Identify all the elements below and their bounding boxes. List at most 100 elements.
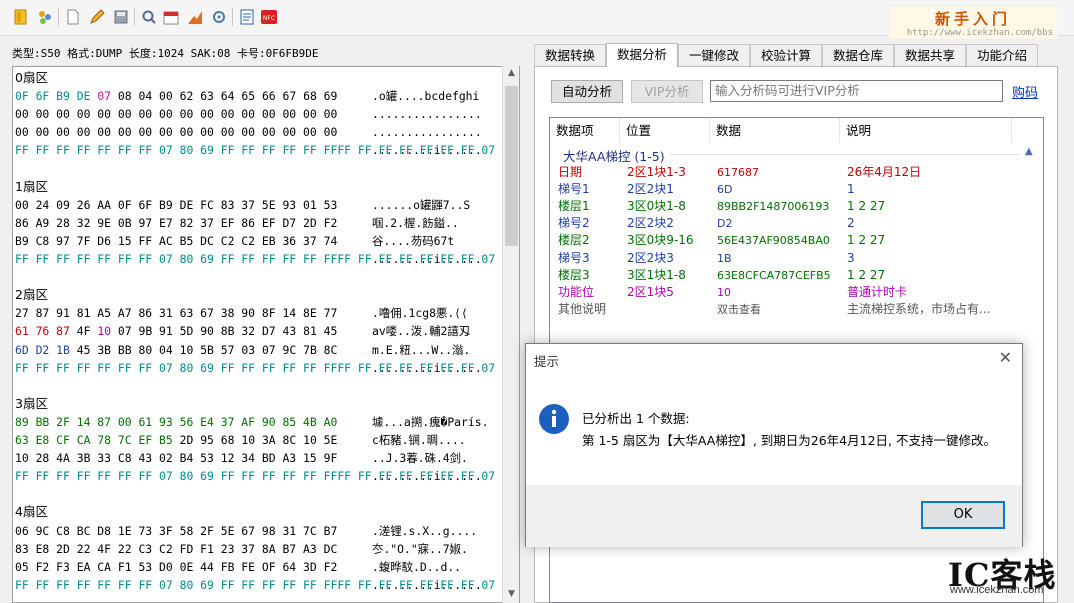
beginner-guide-logo[interactable]: 新手入门 http://www.icekzhan.com/bbs — [888, 5, 1058, 40]
save-icon[interactable] — [112, 8, 130, 26]
close-icon[interactable]: ✕ — [999, 348, 1012, 367]
analysis-row[interactable]: 梯号3 2区2块3 1B 3 — [550, 250, 1020, 267]
col-header-item[interactable]: 数据项 — [550, 118, 620, 143]
tab-one-click-modify[interactable]: 一键修改 — [678, 44, 750, 66]
hex-line[interactable]: 89 BB 2F 14 87 00 61 93 56 E4 37 AF 90 8… — [15, 413, 337, 431]
tab-data-warehouse[interactable]: 数据仓库 — [822, 44, 894, 66]
hex-line[interactable]: 05 F2 F3 EA CA F1 53 D0 0E 44 FB FE OF 6… — [15, 558, 337, 576]
scroll-thumb[interactable] — [505, 86, 518, 246]
hex-byte: 1B — [56, 342, 77, 357]
hex-byte: 5D — [179, 324, 201, 339]
ascii-column: 壉...a搠.瘣�París. — [372, 414, 489, 429]
auto-analyze-button[interactable]: 自动分析 — [551, 80, 623, 103]
analysis-row[interactable]: 其他说明 双击查看 主流梯控系统，市场占有... — [550, 301, 1020, 318]
tab-checksum[interactable]: 校验计算 — [750, 44, 822, 66]
row-data: 双击查看 — [717, 302, 761, 316]
toolbar: NFC 新手入门 http://www.icekzhan.com/bbs — [0, 0, 1074, 40]
hex-line[interactable]: 27 87 91 81 A5 A7 86 31 63 67 38 90 8F 1… — [15, 304, 337, 322]
sector-header[interactable]: 4扇区 — [15, 503, 48, 521]
info-dialog: 提示 ✕ 已分析出 1 个数据: 第 1-5 扇区为【大华AA梯控】, 到期日为… — [525, 343, 1023, 547]
vip-code-input[interactable]: 输入分析码可进行VIP分析 — [710, 80, 1003, 102]
document-icon[interactable] — [238, 8, 256, 26]
analysis-row[interactable]: 梯号1 2区2块1 6D 1 — [550, 181, 1020, 198]
hex-byte: 10 — [97, 324, 118, 339]
scroll-up-icon[interactable]: ▲ — [503, 68, 520, 82]
analysis-row[interactable]: 梯号2 2区2块2 D2 2 — [550, 215, 1020, 232]
analysis-row[interactable]: 功能位 2区1块5 10 普通计时卡 — [550, 284, 1020, 301]
hex-line[interactable]: 00 00 00 00 00 00 00 00 00 00 00 00 00 0… — [15, 105, 337, 123]
hex-line[interactable]: 86 A9 28 32 9E 0B 97 E7 82 37 EF 86 EF D… — [15, 214, 337, 232]
hex-line[interactable]: 83 E8 2D 22 4F 22 C3 C2 FD F1 23 37 8A B… — [15, 540, 337, 558]
hex-line[interactable]: 61 76 87 4F 10 07 9B 91 5D 90 8B 32 D7 4… — [15, 322, 337, 340]
ascii-column: ................ — [372, 125, 482, 140]
hex-scrollbar[interactable]: ▲ ▼ — [502, 66, 519, 603]
hex-byte: 63 — [200, 89, 221, 104]
hex-byte: 6F — [35, 89, 57, 104]
hex-byte: 90 — [200, 324, 221, 339]
tab-data-share[interactable]: 数据共享 — [894, 44, 966, 66]
row-desc: 1 2 27 — [847, 199, 886, 214]
users-icon[interactable] — [36, 8, 54, 26]
analysis-row[interactable]: 楼层2 3区0块9-16 56E437AF90854BA0 1 2 27 — [550, 232, 1020, 249]
hex-line[interactable]: B9 C8 97 7F D6 15 FF AC B5 DC C2 C2 EB 3… — [15, 232, 337, 250]
hex-byte: 0F — [15, 89, 36, 104]
col-header-data[interactable]: 数据 — [710, 118, 840, 143]
analysis-row[interactable]: 楼层1 3区0块1-8 89BB2F1487006193 1 2 27 — [550, 198, 1020, 215]
hex-line[interactable]: 10 28 4A 3B 33 C8 43 02 B4 53 12 34 BD A… — [15, 449, 337, 467]
edit-pencil-icon[interactable] — [88, 8, 106, 26]
logo-url: http://www.icekzhan.com/bbs — [906, 28, 1053, 38]
toolbar-separator — [58, 8, 59, 26]
nfc-icon[interactable]: NFC — [260, 8, 278, 26]
sector-header[interactable]: 0扇区 — [15, 69, 48, 87]
hex-line[interactable]: 0F 6F B9 DE 07 08 04 00 62 63 64 65 66 6… — [15, 87, 337, 105]
watermark-url: www.icekzhan.com — [950, 584, 1044, 596]
analysis-row[interactable]: 楼层3 3区1块1-8 63E8CFCA787CEFB5 1 2 27 — [550, 267, 1020, 284]
row-item: 日期 — [558, 165, 583, 179]
hex-byte: CF — [56, 433, 77, 447]
hex-dump-panel[interactable]: 0扇区 0F 6F B9 DE 07 08 04 00 62 63 64 65 6… — [12, 66, 520, 603]
hex-byte: B5 — [159, 433, 180, 447]
analysis-row[interactable]: 日期 2区1块1-3 617687 26年4月12日 — [550, 164, 1020, 181]
row-pos: 3区0块9-16 — [627, 233, 694, 248]
hex-line[interactable]: 00 24 09 26 AA 0F 6F B9 DE FC 83 37 5E 9… — [15, 196, 337, 214]
row-pos: 2区1块1-3 — [627, 165, 686, 179]
logo-title: 新手入门 — [934, 10, 1011, 28]
hex-byte: 81 — [303, 324, 324, 339]
row-pos: 3区0块1-8 — [627, 199, 686, 214]
tab-data-convert[interactable]: 数据转换 — [534, 44, 606, 66]
hex-byte: 69 — [323, 89, 338, 104]
search-icon[interactable] — [140, 8, 158, 26]
sector-header[interactable]: 3扇区 — [15, 395, 48, 413]
buy-code-link[interactable]: 购码 — [1012, 82, 1038, 101]
dialog-button-area: OK — [526, 485, 1022, 547]
new-file-icon[interactable] — [64, 8, 82, 26]
ok-button[interactable]: OK — [921, 501, 1005, 529]
scroll-down-icon[interactable]: ▼ — [503, 589, 520, 603]
hex-line[interactable]: 63 E8 CF CA 78 7C EF B5 2D 95 68 10 3A 8… — [15, 431, 337, 449]
tools-icon[interactable] — [210, 8, 228, 26]
sector-header[interactable]: 1扇区 — [15, 178, 48, 196]
col-header-desc[interactable]: 说明 — [840, 118, 1012, 143]
chart-icon[interactable] — [186, 8, 204, 26]
hex-line[interactable]: 06 9C C8 BC D8 1E 73 3F 58 2F 5E 67 98 3… — [15, 522, 337, 540]
hex-byte: 07 — [261, 342, 283, 357]
tab-data-analysis[interactable]: 数据分析 — [606, 43, 678, 67]
hex-byte: CA — [76, 433, 98, 447]
calendar-icon[interactable] — [162, 8, 180, 26]
group-header[interactable]: 大华AA梯控 (1-5) — [563, 146, 665, 165]
hex-byte: 5E — [323, 433, 338, 447]
tab-features[interactable]: 功能介绍 — [966, 44, 1038, 66]
ascii-column: .噜佣.1cg8悪.⟨⟨ — [372, 306, 468, 321]
ascii-column: 谷....芴码67t — [372, 233, 455, 248]
vip-analyze-button[interactable]: VIP分析 — [631, 80, 703, 103]
open-folder-icon[interactable] — [12, 8, 30, 26]
hex-line[interactable]: 6D D2 1B 45 3B BB 80 04 10 5B 57 03 07 9… — [15, 341, 337, 359]
hex-byte: 80 — [138, 342, 160, 357]
ascii-column: ..J.3萶.硃.4剑. — [372, 451, 468, 466]
hex-byte: 45 — [323, 324, 338, 339]
hex-line[interactable]: 00 00 00 00 00 00 00 00 00 00 00 00 00 0… — [15, 123, 337, 141]
hex-byte: 8B — [220, 324, 242, 339]
col-header-position[interactable]: 位置 — [620, 118, 710, 143]
sector-header[interactable]: 2扇区 — [15, 286, 48, 304]
collapse-chevron-icon[interactable]: ▲ — [1025, 146, 1033, 157]
